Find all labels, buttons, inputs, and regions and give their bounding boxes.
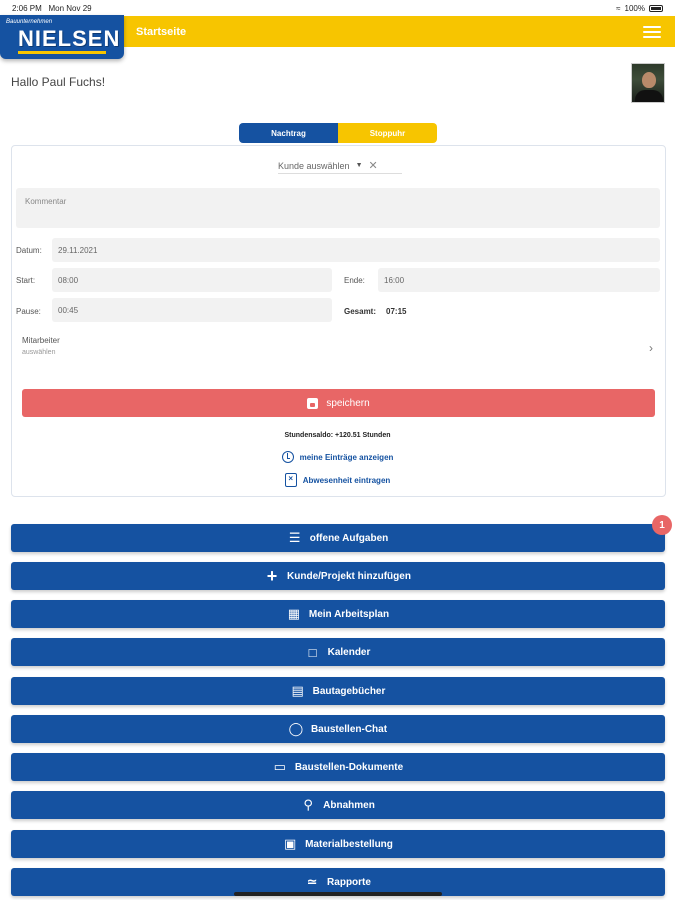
menu-label: Baustellen-Chat: [310, 723, 388, 735]
calendar-icon: □: [308, 644, 317, 660]
caret-down-icon: ▼: [355, 162, 363, 169]
clear-icon[interactable]: ✕: [369, 159, 378, 172]
ende-label: Ende:: [344, 276, 365, 285]
menu-label: Abnahmen: [323, 799, 375, 811]
menu-calendar[interactable]: □ Kalender: [11, 638, 665, 666]
company-logo[interactable]: Bauunternehmen NIELSEN: [0, 15, 124, 59]
menu-open-tasks[interactable]: ☰ offene Aufgaben: [11, 524, 665, 552]
tab-nachtrag[interactable]: Nachtrag: [239, 123, 338, 143]
logo-subtitle: Bauunternehmen: [6, 19, 53, 25]
chevron-right-icon: ›: [649, 341, 653, 355]
calendar-x-icon: ×: [284, 473, 297, 487]
page-title: Startseite: [136, 26, 187, 38]
folder-icon: ▭: [273, 759, 286, 774]
datum-label: Datum:: [16, 246, 42, 255]
ende-value: 16:00: [384, 276, 405, 285]
menu-label: Kalender: [327, 646, 371, 658]
ende-field[interactable]: 16:00: [378, 268, 660, 292]
comment-placeholder: Kommentar: [25, 197, 67, 206]
notification-badge: 1: [652, 515, 672, 535]
start-field[interactable]: 08:00: [52, 268, 332, 292]
mode-toggle: Nachtrag Stoppuhr: [239, 123, 437, 143]
customer-select[interactable]: Kunde auswählen ▼ ✕: [278, 158, 402, 174]
datum-field[interactable]: 29.11.2021: [52, 238, 660, 262]
calendar-icon: ▦: [287, 606, 301, 621]
comment-field[interactable]: Kommentar: [16, 188, 660, 228]
menu-add-customer-project[interactable]: + Kunde/Projekt hinzufügen: [11, 562, 665, 590]
menu-site-chat[interactable]: ◯ Baustellen-Chat: [11, 715, 665, 743]
menu-label: offene Aufgaben: [309, 532, 389, 544]
start-value: 08:00: [58, 276, 79, 285]
pause-field[interactable]: 00:45: [52, 298, 332, 322]
menu-site-documents[interactable]: ▭ Baustellen-Dokumente: [11, 753, 665, 781]
datum-value: 29.11.2021: [58, 246, 98, 255]
gesamt-value: 07:15: [386, 307, 407, 316]
cart-icon: ▣: [283, 836, 297, 851]
status-bar: 2:06 PM Mon Nov 29 ≈ 100%: [0, 0, 675, 16]
tab-stoppuhr[interactable]: Stoppuhr: [338, 123, 437, 143]
home-indicator[interactable]: [234, 892, 442, 896]
show-entries-link[interactable]: meine Einträge anzeigen: [0, 451, 675, 463]
status-right: ≈ 100%: [616, 4, 663, 13]
gesamt-label: Gesamt:: [344, 307, 377, 316]
avatar[interactable]: [631, 63, 665, 103]
absence-link[interactable]: × Abwesenheit eintragen: [0, 473, 675, 487]
wifi-icon: ≈: [616, 4, 621, 13]
greeting-text: Hallo Paul Fuchs!: [11, 75, 106, 89]
customer-select-label: Kunde auswählen: [278, 160, 350, 171]
menu-acceptances[interactable]: ⚲ Abnahmen: [11, 791, 665, 819]
menu-construction-diaries[interactable]: ▤ Bautagebücher: [11, 677, 665, 705]
menu-label: Bautagebücher: [312, 685, 386, 697]
menu-work-plan[interactable]: ▦ Mein Arbeitsplan: [11, 600, 665, 628]
battery-percent: 100%: [624, 4, 645, 13]
show-entries-label: meine Einträge anzeigen: [299, 452, 394, 462]
menu-material-order[interactable]: ▣ Materialbestellung: [11, 830, 665, 858]
battery-icon: [649, 5, 663, 12]
mitarbeiter-label: Mitarbeiter: [22, 336, 60, 345]
status-time: 2:06 PM Mon Nov 29: [12, 4, 92, 13]
save-label: speichern: [326, 397, 370, 409]
task-list-icon: ☰: [288, 530, 301, 545]
menu-label: Baustellen-Dokumente: [294, 761, 404, 773]
mitarbeiter-value: auswählen: [22, 349, 56, 356]
chat-icon: ◯: [288, 721, 304, 736]
pause-label: Pause:: [16, 307, 41, 316]
absence-label: Abwesenheit eintragen: [302, 475, 391, 485]
logo-title: NIELSEN: [18, 26, 121, 51]
signature-icon: ≃: [306, 874, 318, 889]
plus-icon: +: [266, 565, 278, 586]
hours-balance: Stundensaldo: +120.51 Stunden: [284, 432, 391, 439]
menu-label: Materialbestellung: [305, 838, 393, 850]
save-icon: [307, 397, 319, 409]
book-icon: ▤: [291, 683, 304, 698]
search-icon: ⚲: [303, 797, 313, 812]
start-label: Start:: [16, 276, 36, 285]
save-button[interactable]: speichern: [22, 389, 655, 417]
logo-strip: [18, 51, 106, 54]
hamburger-menu-icon[interactable]: [643, 26, 661, 38]
menu-label: Rapporte: [327, 876, 371, 888]
clock-icon: [281, 451, 294, 463]
menu-label: Kunde/Projekt hinzufügen: [287, 570, 411, 582]
pause-value: 00:45: [58, 306, 79, 315]
mitarbeiter-select[interactable]: Mitarbeiter auswählen ›: [22, 336, 657, 360]
menu-label: Mein Arbeitsplan: [308, 608, 390, 620]
